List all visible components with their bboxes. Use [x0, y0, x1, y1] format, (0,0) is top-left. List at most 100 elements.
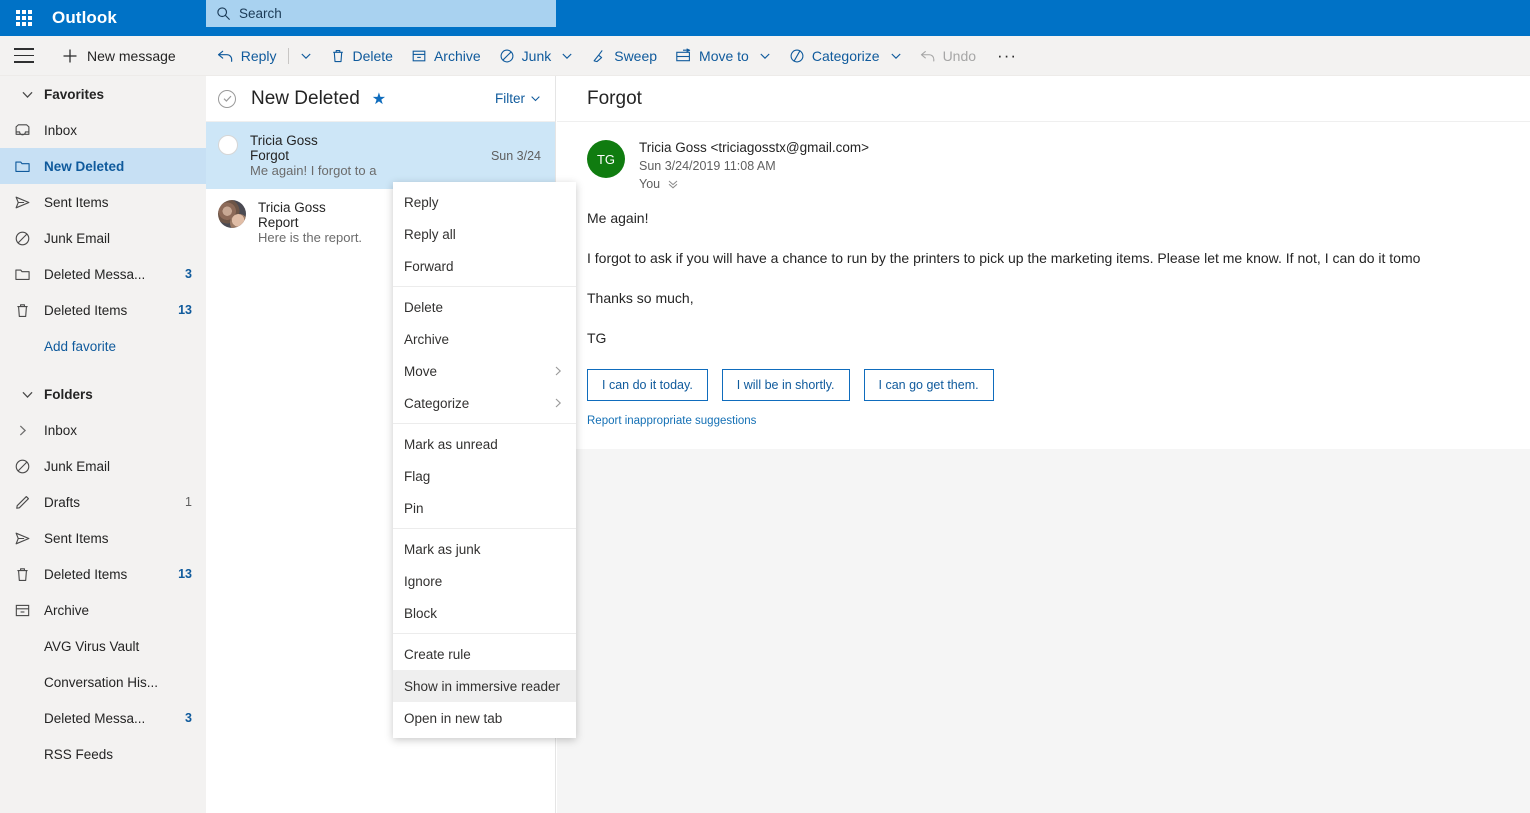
- sidebar-item-sent-items-fav[interactable]: Sent Items: [0, 184, 206, 220]
- sidebar-item-junk-email-fav[interactable]: Junk Email: [0, 220, 206, 256]
- new-message-button[interactable]: New message: [52, 48, 186, 64]
- context-menu-item-forward[interactable]: Forward: [393, 250, 576, 282]
- context-menu-item-mark-as-unread[interactable]: Mark as unread: [393, 428, 576, 460]
- context-menu-item-open-in-new-tab[interactable]: Open in new tab: [393, 702, 576, 734]
- unread-toggle-icon[interactable]: [218, 135, 238, 155]
- sidebar-item-label: Deleted Messa...: [44, 266, 146, 282]
- reply-dropdown-button[interactable]: [291, 44, 321, 68]
- more-commands-button[interactable]: ···: [985, 46, 1029, 66]
- sidebar-item-drafts[interactable]: Drafts 1: [0, 484, 206, 520]
- folders-group-header[interactable]: Folders: [0, 376, 206, 412]
- trash-icon: [0, 302, 44, 319]
- chevron-down-icon: [562, 53, 572, 59]
- send-icon: [0, 530, 44, 547]
- top-app-bar: Outlook Search: [0, 0, 1530, 36]
- suggested-replies: I can do it today. I will be in shortly.…: [587, 368, 1500, 401]
- context-menu-item-pin[interactable]: Pin: [393, 492, 576, 524]
- undo-button[interactable]: Undo: [911, 42, 985, 70]
- delete-label: Delete: [352, 47, 393, 64]
- context-menu-item-create-rule[interactable]: Create rule: [393, 638, 576, 670]
- context-menu-item-show-in-immersive-reader[interactable]: Show in immersive reader: [393, 670, 576, 702]
- sidebar-item-new-deleted[interactable]: New Deleted: [0, 148, 206, 184]
- sidebar-item-avg-virus-vault[interactable]: AVG Virus Vault: [0, 628, 206, 664]
- sidebar-item-rss-feeds[interactable]: RSS Feeds: [0, 736, 206, 772]
- sidebar-item-junk-email[interactable]: Junk Email: [0, 448, 206, 484]
- archive-box-icon: [412, 50, 426, 61]
- context-menu-item-delete[interactable]: Delete: [393, 291, 576, 323]
- context-menu-item-label: Block: [404, 605, 438, 621]
- context-menu-item-mark-as-junk[interactable]: Mark as junk: [393, 533, 576, 565]
- hamburger-icon[interactable]: [0, 36, 48, 76]
- divider: [393, 633, 576, 634]
- sidebar-item-inbox[interactable]: Inbox: [0, 412, 206, 448]
- categorize-label: Categorize: [811, 47, 880, 64]
- sidebar-item-label: Junk Email: [44, 458, 111, 474]
- suggested-reply-button[interactable]: I can go get them.: [863, 368, 994, 401]
- context-menu-item-reply-all[interactable]: Reply all: [393, 218, 576, 250]
- sidebar-item-label: Drafts: [44, 494, 81, 510]
- list-item[interactable]: Tricia Goss Forgot Sun 3/24 Me again! I …: [206, 122, 555, 189]
- context-menu: Reply Reply all Forward Delete Archive M…: [393, 182, 576, 738]
- body-paragraph: TG: [587, 329, 607, 346]
- archive-button[interactable]: Archive: [402, 42, 490, 70]
- context-menu-item-flag[interactable]: Flag: [393, 460, 576, 492]
- add-favorite-button[interactable]: Add favorite: [0, 328, 206, 364]
- star-icon[interactable]: ★: [372, 89, 386, 109]
- sidebar-item-count: 3: [185, 711, 192, 725]
- context-menu-item-reply[interactable]: Reply: [393, 186, 576, 218]
- context-menu-item-label: Forward: [404, 258, 454, 274]
- reading-subject: Forgot: [587, 87, 642, 109]
- sidebar-item-deleted-items-fav[interactable]: Deleted Items 13: [0, 292, 206, 328]
- context-menu-item-ignore[interactable]: Ignore: [393, 565, 576, 597]
- sidebar-item-deleted-messages-fav[interactable]: Deleted Messa... 3: [0, 256, 206, 292]
- junk-button[interactable]: Junk: [490, 42, 583, 70]
- context-menu-item-move[interactable]: Move: [393, 355, 576, 387]
- move-folder-icon: [676, 47, 691, 61]
- chevron-down-icon: [760, 53, 770, 59]
- context-menu-item-label: Pin: [404, 500, 424, 516]
- avatar: [218, 200, 246, 228]
- report-suggestions-link[interactable]: Report inappropriate suggestions: [587, 415, 756, 427]
- context-menu-item-label: Archive: [404, 331, 450, 347]
- sweep-button[interactable]: Sweep: [582, 42, 666, 70]
- chevron-right-icon[interactable]: [0, 424, 44, 437]
- categorize-button[interactable]: Categorize: [780, 42, 911, 70]
- move-to-label: Move to: [699, 47, 749, 64]
- search-input[interactable]: Search: [206, 0, 556, 27]
- app-brand-outlook[interactable]: Outlook: [52, 8, 117, 28]
- sidebar-item-label: Junk Email: [44, 230, 111, 246]
- recipients-toggle[interactable]: You: [639, 177, 869, 191]
- body-paragraph: Me again!: [587, 210, 649, 226]
- undo-label: Undo: [942, 47, 977, 64]
- sidebar-item-label: Sent Items: [44, 194, 109, 210]
- sidebar-item-archive[interactable]: Archive: [0, 592, 206, 628]
- context-menu-item-archive[interactable]: Archive: [393, 323, 576, 355]
- sidebar-item-inbox-fav[interactable]: Inbox: [0, 112, 206, 148]
- context-menu-item-block[interactable]: Block: [393, 597, 576, 629]
- sidebar-item-label: Deleted Items: [44, 566, 128, 582]
- recipients-label: You: [639, 177, 661, 191]
- context-menu-item-label: Delete: [404, 299, 444, 315]
- favorites-group-header[interactable]: Favorites: [0, 76, 206, 112]
- delete-button[interactable]: Delete: [321, 42, 402, 70]
- sidebar-item-conversation-history[interactable]: Conversation His...: [0, 664, 206, 700]
- sidebar-item-deleted-items[interactable]: Deleted Items 13: [0, 556, 206, 592]
- move-to-button[interactable]: Move to: [666, 42, 780, 70]
- suggested-reply-button[interactable]: I will be in shortly.: [721, 368, 850, 401]
- reply-button[interactable]: Reply: [208, 42, 286, 70]
- context-menu-item-label: Open in new tab: [404, 710, 503, 726]
- suggested-reply-button[interactable]: I can do it today.: [587, 368, 708, 401]
- body-paragraph: I forgot to ask if you will have a chanc…: [587, 249, 1421, 266]
- message-date: Sun 3/24: [490, 149, 541, 163]
- filter-button[interactable]: Filter: [495, 91, 541, 106]
- chevron-down-icon: [300, 53, 311, 59]
- archive-label: Archive: [433, 47, 481, 64]
- sidebar-item-sent-items[interactable]: Sent Items: [0, 520, 206, 556]
- circle-check-icon[interactable]: [218, 89, 236, 108]
- sidebar-item-deleted-messages[interactable]: Deleted Messa... 3: [0, 700, 206, 736]
- chevron-down-icon: [10, 88, 44, 101]
- sidebar-item-count: 1: [185, 495, 192, 509]
- folder-icon: [0, 158, 44, 175]
- context-menu-item-categorize[interactable]: Categorize: [393, 387, 576, 419]
- app-launcher-icon[interactable]: [0, 0, 48, 36]
